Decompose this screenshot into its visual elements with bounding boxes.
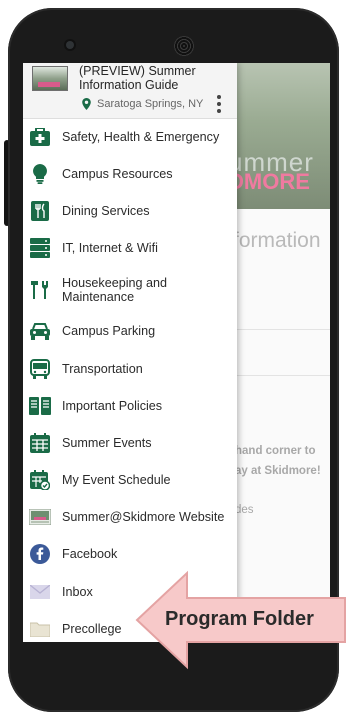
menu-item-label: Safety, Health & Emergency (62, 129, 220, 144)
earpiece-speaker (174, 36, 194, 56)
calendar-icon (28, 431, 52, 455)
location-row: Saratoga Springs, NY (82, 98, 203, 110)
drawer-header: (PREVIEW) Summer Information Guide Sarat… (23, 63, 237, 119)
banner-text-skidmore: DMORE (228, 169, 310, 194)
menu-item-safety[interactable]: Safety, Health & Emergency (23, 118, 237, 155)
envelope-icon (28, 580, 52, 604)
callout-label: Program Folder (165, 608, 314, 630)
menu-item-parking[interactable]: Campus Parking (23, 313, 237, 350)
menu-item-label: Campus Resources (62, 166, 173, 181)
calendar-check-icon (28, 468, 52, 492)
menu-item-facebook[interactable]: Facebook (23, 536, 237, 573)
page-heading: formation (233, 229, 321, 252)
menu-item-label: IT, Internet & Wifi (62, 241, 158, 256)
dining-icon (28, 199, 52, 223)
front-camera (66, 41, 74, 49)
car-icon (28, 319, 52, 343)
bus-icon (28, 357, 52, 381)
menu-item-policies[interactable]: Important Policies (23, 387, 237, 424)
menu-item-it[interactable]: IT, Internet & Wifi (23, 230, 237, 267)
menu-item-label: Facebook (62, 547, 118, 562)
menu-item-housekeeping[interactable]: Housekeeping and Maintenance (23, 267, 237, 313)
app-title: (PREVIEW) Summer Information Guide (79, 64, 196, 92)
drawer-menu: Safety, Health & Emergency Campus Resour… (23, 118, 237, 642)
app-thumbnail (32, 66, 68, 91)
menu-item-my-schedule[interactable]: My Event Schedule (23, 462, 237, 499)
lightbulb-icon (28, 162, 52, 186)
menu-item-label: Summer Events (62, 435, 152, 450)
tools-icon (28, 278, 52, 302)
first-aid-icon (28, 125, 52, 149)
server-icon (28, 236, 52, 260)
navigation-drawer: (PREVIEW) Summer Information Guide Sarat… (23, 63, 237, 642)
menu-item-summer-events[interactable]: Summer Events (23, 424, 237, 461)
menu-item-label: Dining Services (62, 203, 150, 218)
menu-item-label: Important Policies (62, 398, 163, 413)
facebook-icon (28, 542, 52, 566)
book-icon (28, 394, 52, 418)
menu-item-label: Campus Parking (62, 324, 156, 339)
menu-item-dining[interactable]: Dining Services (23, 192, 237, 229)
menu-item-transportation[interactable]: Transportation (23, 350, 237, 387)
menu-item-label: Summer@Skidmore Website (62, 510, 225, 525)
location-text: Saratoga Springs, NY (97, 98, 204, 110)
menu-item-label: Housekeeping and Maintenance (62, 275, 168, 304)
folder-icon (28, 617, 52, 641)
intro-text-line: ay at Skidmore! (235, 465, 321, 477)
overflow-menu-icon[interactable] (216, 95, 222, 113)
intro-text-line: hand corner to (235, 445, 316, 457)
menu-item-website[interactable]: Summer@Skidmore Website (23, 499, 237, 536)
location-pin-icon (82, 98, 91, 110)
menu-item-label: Precollege (62, 621, 122, 636)
phone-screen: ummer DMORE formation hand corner to ay … (23, 63, 330, 642)
website-icon (28, 505, 52, 529)
menu-item-label: Transportation (62, 361, 143, 376)
menu-item-label: My Event Schedule (62, 473, 171, 488)
intro-text-line: des (235, 504, 254, 516)
menu-item-campus-resources[interactable]: Campus Resources (23, 155, 237, 192)
menu-item-label: Inbox (62, 584, 93, 599)
